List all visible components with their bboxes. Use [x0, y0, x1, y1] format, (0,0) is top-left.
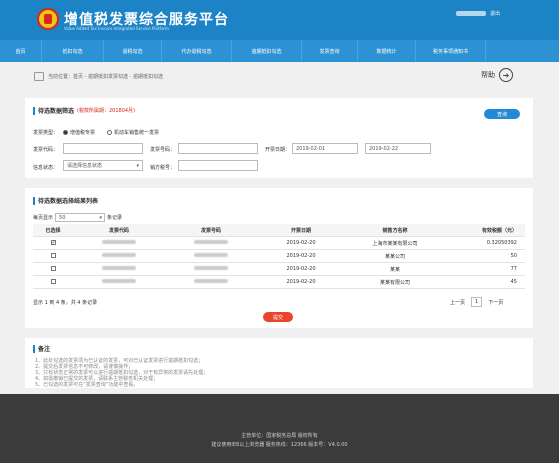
- logout-link[interactable]: 退出: [490, 10, 500, 17]
- home-icon[interactable]: [34, 72, 44, 81]
- nav-item-overdue[interactable]: 逾期抵扣勾选: [232, 40, 302, 62]
- masked-invoice-code: [102, 253, 136, 257]
- nav-item-invoice-query[interactable]: 发票查询: [302, 40, 358, 62]
- seller-tax-id-input[interactable]: [178, 160, 258, 171]
- row-checkbox[interactable]: [50, 265, 56, 271]
- invoice-type-radio-special[interactable]: 增值税专票: [63, 129, 95, 136]
- masked-invoice-code: [102, 240, 136, 244]
- seller-name: 某某公司: [384, 253, 405, 260]
- invoice-date: 2019-02-20: [286, 240, 316, 246]
- col-tax-amount: 有效税额（元）: [481, 227, 517, 234]
- records-summary: 显示 1 到 4 条，共 4 条记录: [33, 300, 98, 306]
- invoice-type-radio-vehicle[interactable]: 机动车销售统一发票: [107, 129, 159, 136]
- masked-invoice-code: [102, 266, 136, 270]
- invoice-number-label: 发票号码：: [150, 147, 176, 153]
- user-name-masked: [456, 11, 486, 16]
- date-to-input[interactable]: 2019-02-22: [365, 143, 431, 154]
- col-invoice-number: 发票号码: [200, 227, 221, 234]
- masked-invoice-code: [102, 279, 136, 283]
- invoice-date: 2019-02-20: [286, 253, 316, 259]
- masked-invoice-number: [194, 279, 228, 283]
- note-line: 5、已勾选的发票可在“发票查询”功能中查看。: [35, 382, 139, 388]
- nav-item-statistics[interactable]: 数据统计: [358, 40, 416, 62]
- notes-panel-title: 备注: [33, 344, 50, 353]
- table-row[interactable]: 2019-02-20 某某有限公司 45: [33, 276, 525, 289]
- main-nav: 首页 抵扣勾选 退税勾选 代办退税勾选 逾期抵扣勾选 发票查询 数据统计 税务事…: [0, 40, 559, 62]
- tax-amount: 0.32050392: [486, 240, 517, 246]
- pager-prev[interactable]: 上一页: [450, 299, 465, 306]
- table-row[interactable]: 2019-02-20 某某 77: [33, 263, 525, 276]
- pager-current[interactable]: 1: [471, 297, 483, 307]
- nav-item-home[interactable]: 首页: [0, 40, 42, 62]
- col-invoice-code: 发票代码: [108, 227, 129, 234]
- submit-button[interactable]: 提交: [263, 312, 293, 322]
- seller-name: 某某有限公司: [379, 279, 410, 286]
- breadcrumb: 当前位置：首页 - 逾期抵扣发票勾选 - 逾期抵扣勾选: [34, 72, 163, 81]
- page-footer: 主管单位：国家税务总局 版权所有 建议使用IE8以上浏览器 服务热线：12366…: [0, 394, 559, 463]
- row-checkbox[interactable]: [50, 252, 56, 258]
- row-checkbox[interactable]: [50, 278, 56, 284]
- masked-invoice-number: [194, 266, 228, 270]
- page-size-select[interactable]: 50 ▾: [55, 213, 106, 222]
- query-button[interactable]: 查询: [484, 109, 520, 119]
- chevron-down-icon: ▾: [99, 214, 103, 221]
- notes-panel: 备注 1、此处勾选的发票须为已认证的发票，可对已认证发票进行逾期抵扣勾选； 2、…: [25, 338, 533, 388]
- app-subtitle: Value Added Tax Invoice Integrated Servi…: [64, 26, 169, 31]
- pagination: 上一页 1 下一页: [450, 297, 503, 307]
- table-row[interactable]: 2019-02-20 某某公司 50: [33, 250, 525, 263]
- breadcrumb-text: 当前位置：首页 - 逾期抵扣发票勾选 - 逾期抵扣勾选: [48, 74, 163, 80]
- invoice-date: 2019-02-20: [286, 279, 316, 285]
- nav-item-agent-refund[interactable]: 代办退税勾选: [162, 40, 232, 62]
- date-from-input[interactable]: 2019-02-01: [292, 143, 358, 154]
- results-panel-title: 待选数据选择结果列表: [33, 196, 98, 205]
- page-size-control: 每页显示 50 ▾ 条记录: [33, 213, 123, 222]
- table-row[interactable]: ✓ 2019-02-20 上海市某某有限公司 0.32050392: [33, 237, 525, 250]
- results-table: 已选择 发票代码 发票号码 开票日期 销售方名称 有效税额（元） ✓ 2019-…: [33, 224, 525, 289]
- nav-item-deduct[interactable]: 抵扣勾选: [42, 40, 104, 62]
- footer-line1: 主管单位：国家税务总局 版权所有: [241, 433, 318, 439]
- status-label: 信息状态：: [33, 165, 59, 171]
- invoice-code-input[interactable]: [63, 143, 143, 154]
- help-link[interactable]: 帮助 ➔: [481, 68, 513, 82]
- invoice-date: 2019-02-20: [286, 266, 316, 272]
- col-selected: 已选择: [45, 227, 61, 234]
- table-header-row: 已选择 发票代码 发票号码 开票日期 销售方名称 有效税额（元）: [33, 224, 525, 237]
- chevron-down-icon: ▾: [136, 162, 139, 169]
- row-checkbox[interactable]: ✓: [50, 240, 56, 246]
- invoice-code-label: 发票代码：: [33, 147, 59, 153]
- user-area: 退出: [456, 10, 500, 17]
- app-header: 增值税发票综合服务平台 Value Added Tax Invoice Inte…: [0, 0, 559, 40]
- seller-tax-id-label: 销方税号：: [150, 165, 176, 171]
- seller-name: 上海市某某有限公司: [372, 240, 418, 247]
- tax-emblem-logo: [37, 8, 59, 30]
- help-label: 帮助: [481, 71, 495, 79]
- masked-invoice-number: [194, 240, 228, 244]
- masked-invoice-number: [194, 253, 228, 257]
- tax-period-note: (税款所属期：201804月): [77, 108, 136, 114]
- seller-name: 某某: [389, 266, 400, 273]
- arrow-right-icon: ➔: [499, 68, 513, 82]
- pager-next[interactable]: 下一页: [488, 299, 503, 306]
- col-seller-name: 销售方名称: [382, 227, 408, 234]
- tax-amount: 77: [510, 266, 517, 272]
- tax-amount: 50: [510, 253, 517, 259]
- footer-line2: 建议使用IE8以上浏览器 服务热线：12366 版本号：V4.0.00: [211, 442, 348, 448]
- invoice-type-label: 发票类型：: [33, 130, 59, 136]
- results-panel: 待选数据选择结果列表 每页显示 50 ▾ 条记录 已选择 发票代码 发票号码 开票…: [25, 188, 533, 328]
- invoice-date-label: 开票日期：: [265, 147, 291, 153]
- nav-item-notice[interactable]: 税务事项通知书: [416, 40, 486, 62]
- tax-amount: 45: [510, 279, 517, 285]
- query-panel: 待选数据筛选 (税款所属期：201804月) 查询 发票类型： 增值税专票 机动…: [25, 98, 533, 178]
- nav-item-refund[interactable]: 退税勾选: [104, 40, 162, 62]
- query-panel-title: 待选数据筛选 (税款所属期：201804月): [33, 106, 135, 115]
- invoice-number-input[interactable]: [178, 143, 258, 154]
- status-select[interactable]: 请选择信息状态 ▾: [63, 160, 143, 171]
- col-invoice-date: 开票日期: [290, 227, 311, 234]
